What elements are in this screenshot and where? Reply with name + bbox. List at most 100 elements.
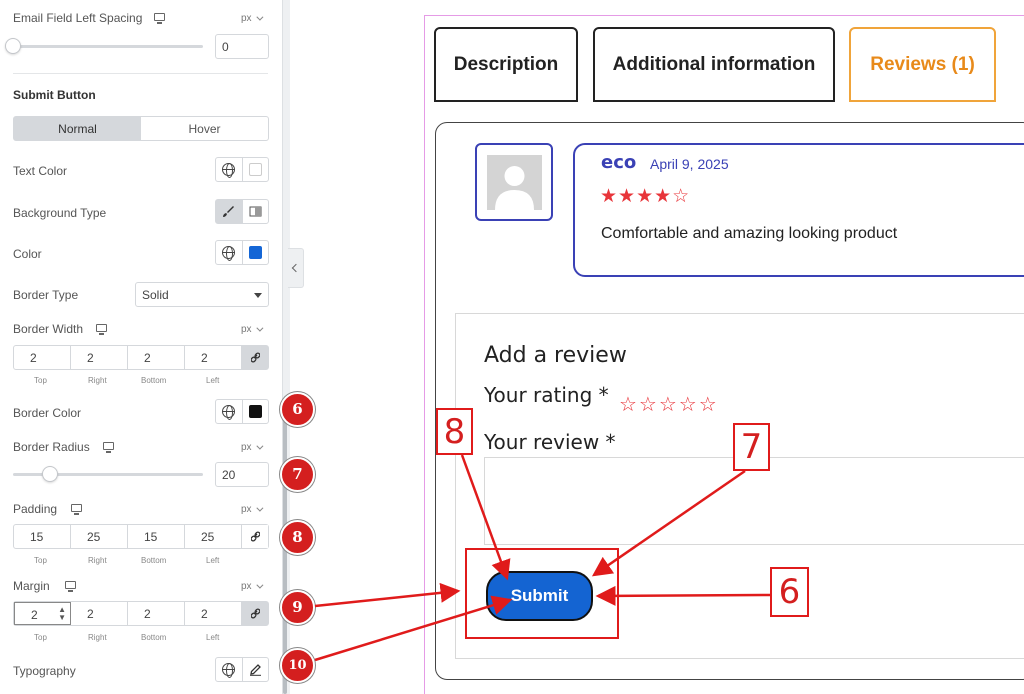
desktop-icon[interactable] (103, 442, 114, 453)
section-title: Submit Button (13, 88, 96, 102)
email-spacing-slider-handle[interactable] (5, 38, 21, 54)
side-label-left: Left (206, 556, 220, 565)
margin-left[interactable]: 2 (185, 602, 242, 625)
globe-icon (222, 246, 235, 261)
margin-bottom[interactable]: 2 (128, 602, 185, 625)
tab-hover[interactable]: Hover (141, 117, 268, 140)
email-spacing-input[interactable]: 0 (215, 34, 269, 59)
border-type-label: Border Type (13, 288, 79, 302)
side-label-bottom: Bottom (141, 556, 167, 565)
margin-inputs: 2 ▲ ▼ 2 2 2 (13, 601, 269, 626)
margin-label: Margin (13, 579, 50, 593)
annotation-7: 7 (733, 423, 770, 471)
border-radius-unit[interactable]: px (241, 442, 264, 453)
margin-right[interactable]: 2 (71, 602, 128, 625)
text-color-label: Text Color (13, 164, 68, 178)
border-color-control (215, 399, 269, 424)
review-author: eco (601, 152, 637, 173)
review-label: Your review * (484, 430, 616, 454)
global-color-button[interactable] (216, 158, 242, 181)
email-spacing-label: Email Field Left Spacing (13, 11, 143, 25)
side-label-bottom: Bottom (141, 376, 167, 385)
tab-additional-information[interactable]: Additional information (593, 27, 835, 102)
border-radius-input[interactable]: 20 (215, 462, 269, 487)
padding-unit[interactable]: px (241, 504, 264, 515)
padding-left[interactable]: 25 (185, 525, 242, 548)
padding-label: Padding (13, 502, 58, 516)
typography-label: Typography (13, 664, 76, 678)
email-spacing-unit[interactable]: px (241, 13, 264, 24)
margin-unit[interactable]: px (241, 581, 264, 592)
text-color-picker[interactable] (241, 158, 269, 181)
desktop-icon[interactable] (96, 324, 107, 335)
global-color-button[interactable] (216, 241, 242, 264)
collapse-panel-button[interactable] (288, 248, 304, 288)
globe-icon (222, 163, 235, 178)
border-color-label: Border Color (13, 406, 82, 420)
marker-9: 9 (280, 590, 315, 625)
margin-top[interactable]: 2 ▲ ▼ (14, 602, 71, 625)
border-width-top[interactable]: 2 (14, 346, 71, 369)
border-radius-slider-handle[interactable] (42, 466, 58, 482)
side-label-left: Left (206, 633, 220, 642)
text-color-control (215, 157, 269, 182)
tab-reviews[interactable]: Reviews (1) (849, 27, 996, 102)
border-color-picker[interactable] (241, 400, 269, 423)
border-width-label: Border Width (13, 322, 84, 336)
globe-icon (222, 405, 235, 420)
state-tabs: Normal Hover (13, 116, 269, 141)
padding-bottom[interactable]: 15 (128, 525, 185, 548)
email-spacing-slider[interactable] (13, 45, 203, 48)
edit-typography-button[interactable] (241, 658, 269, 681)
border-type-select[interactable]: Solid (135, 282, 269, 307)
background-gradient-button[interactable] (241, 200, 269, 223)
caret-down-icon (254, 293, 262, 298)
rating-label: Your rating * (484, 383, 609, 407)
brush-icon (223, 206, 234, 217)
marker-7: 7 (280, 457, 315, 492)
tab-normal[interactable]: Normal (14, 117, 141, 140)
link-values-button[interactable] (242, 525, 268, 548)
marker-6: 6 (280, 392, 315, 427)
side-label-top: Top (34, 376, 47, 385)
divider (13, 73, 268, 74)
border-width-inputs: 2 2 2 2 (13, 345, 269, 370)
link-values-button[interactable] (242, 602, 268, 625)
review-bubble (573, 143, 1024, 277)
review-text: Comfortable and amazing looking product (601, 225, 898, 242)
global-color-button[interactable] (216, 400, 242, 423)
desktop-icon[interactable] (154, 13, 165, 24)
border-width-unit[interactable]: px (241, 324, 264, 335)
padding-top[interactable]: 15 (14, 525, 71, 548)
review-date: April 9, 2025 (650, 156, 729, 172)
marker-10: 10 (280, 648, 315, 683)
spin-arrows-icon[interactable]: ▲ ▼ (58, 606, 66, 622)
side-label-top: Top (34, 556, 47, 565)
desktop-icon[interactable] (71, 504, 82, 515)
background-classic-button[interactable] (216, 200, 242, 223)
typography-control (215, 657, 269, 682)
add-review-title: Add a review (484, 343, 627, 368)
user-placeholder-icon (495, 166, 534, 210)
link-values-button[interactable] (242, 346, 268, 369)
submit-button[interactable]: Submit (486, 571, 593, 621)
color-label: Color (13, 247, 42, 261)
pencil-icon (249, 664, 261, 676)
rating-stars-input[interactable]: ☆☆☆☆☆ (619, 392, 719, 416)
border-width-left[interactable]: 2 (185, 346, 242, 369)
side-label-left: Left (206, 376, 220, 385)
padding-right[interactable]: 25 (71, 525, 128, 548)
editor-panel: Email Field Left Spacing px 0 Submit But… (0, 0, 282, 694)
border-width-right[interactable]: 2 (71, 346, 128, 369)
border-width-bottom[interactable]: 2 (128, 346, 185, 369)
desktop-icon[interactable] (65, 581, 76, 592)
annotation-6: 6 (770, 567, 809, 617)
globe-icon (222, 663, 235, 678)
side-label-right: Right (88, 633, 107, 642)
side-label-right: Right (88, 376, 107, 385)
side-label-bottom: Bottom (141, 633, 167, 642)
color-picker[interactable] (241, 241, 269, 264)
tab-description[interactable]: Description (434, 27, 578, 102)
global-typography-button[interactable] (216, 658, 242, 681)
side-label-top: Top (34, 633, 47, 642)
